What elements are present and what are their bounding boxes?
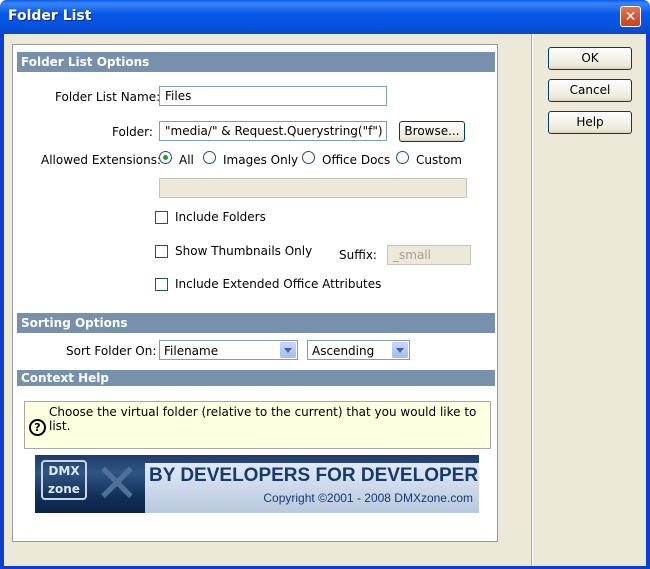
banner-x-graphic: ✕ xyxy=(94,455,140,513)
folder-list-name-label: Folder List Name: xyxy=(55,90,161,104)
chevron-down-icon[interactable] xyxy=(392,342,408,358)
help-button[interactable]: Help xyxy=(548,111,632,134)
sort-order-select[interactable]: Ascending xyxy=(307,340,410,360)
show-thumbnails-label: Show Thumbnails Only xyxy=(175,244,313,258)
sort-folder-on-label: Sort Folder On: xyxy=(66,344,157,358)
extension-radio-images-only[interactable] xyxy=(203,151,216,164)
title-bar[interactable]: Folder List ✕ xyxy=(0,0,650,34)
dmxzone-banner: DMX zone ✕ BY DEVELOPERS FOR DEVELOPERS … xyxy=(35,455,479,513)
extension-radio-office-docs[interactable] xyxy=(302,151,315,164)
context-help-text: Choose the virtual folder (relative to t… xyxy=(49,405,477,433)
browse-button[interactable]: Browse... xyxy=(399,121,465,142)
folder-input[interactable]: "media/" & Request.Querystring("f") xyxy=(159,121,387,141)
folder-list-options-header: Folder List Options xyxy=(17,52,495,72)
include-extended-attributes-checkbox[interactable] xyxy=(155,278,168,291)
include-folders-label: Include Folders xyxy=(175,210,266,224)
sort-field-value: Filename xyxy=(164,344,219,358)
vertical-divider xyxy=(531,34,533,566)
sort-field-select[interactable]: Filename xyxy=(159,340,298,360)
logo-line-dmx: DMX xyxy=(48,464,80,478)
suffix-input[interactable]: _small xyxy=(387,245,471,265)
logo-line-zone: zone xyxy=(48,482,80,496)
banner-copyright: Copyright ©2001 - 2008 DMXzone.com xyxy=(263,491,473,505)
close-button[interactable]: ✕ xyxy=(620,6,641,27)
dialog-body: Folder List Options Folder List Name: Fi… xyxy=(4,34,646,566)
extension-label-all: All xyxy=(179,153,194,167)
context-help-box: ? Choose the virtual folder (relative to… xyxy=(24,401,491,449)
dialog-window: Folder List ✕ Folder List Options Folder… xyxy=(0,0,650,569)
context-help-header: Context Help xyxy=(17,370,495,386)
extension-label-custom: Custom xyxy=(416,153,462,167)
sort-order-value: Ascending xyxy=(312,344,375,358)
cancel-button[interactable]: Cancel xyxy=(548,79,632,102)
extension-label-images-only: Images Only xyxy=(223,153,299,167)
include-folders-checkbox[interactable] xyxy=(155,211,168,224)
chevron-down-icon[interactable] xyxy=(280,342,296,358)
dmxzone-logo: DMX zone xyxy=(41,460,87,500)
options-panel: Folder List Options Folder List Name: Fi… xyxy=(12,44,498,542)
show-thumbnails-checkbox[interactable] xyxy=(155,245,168,258)
window-title: Folder List xyxy=(8,8,92,24)
custom-extensions-input[interactable] xyxy=(159,178,467,198)
folder-label: Folder: xyxy=(112,125,153,139)
suffix-label: Suffix: xyxy=(339,248,377,262)
extension-label-office-docs: Office Docs xyxy=(322,153,391,167)
extension-radio-all[interactable] xyxy=(159,151,172,164)
include-extended-attributes-label: Include Extended Office Attributes xyxy=(175,277,382,291)
close-icon: ✕ xyxy=(624,9,637,25)
help-question-icon: ? xyxy=(29,419,46,436)
ok-button[interactable]: OK xyxy=(548,47,632,70)
folder-list-name-input[interactable]: Files xyxy=(159,86,387,106)
banner-slogan: BY DEVELOPERS FOR DEVELOPERS xyxy=(149,465,479,486)
sorting-options-header: Sorting Options xyxy=(17,313,495,333)
extension-radio-custom[interactable] xyxy=(396,151,409,164)
allowed-extensions-label: Allowed Extensions: xyxy=(41,153,162,167)
